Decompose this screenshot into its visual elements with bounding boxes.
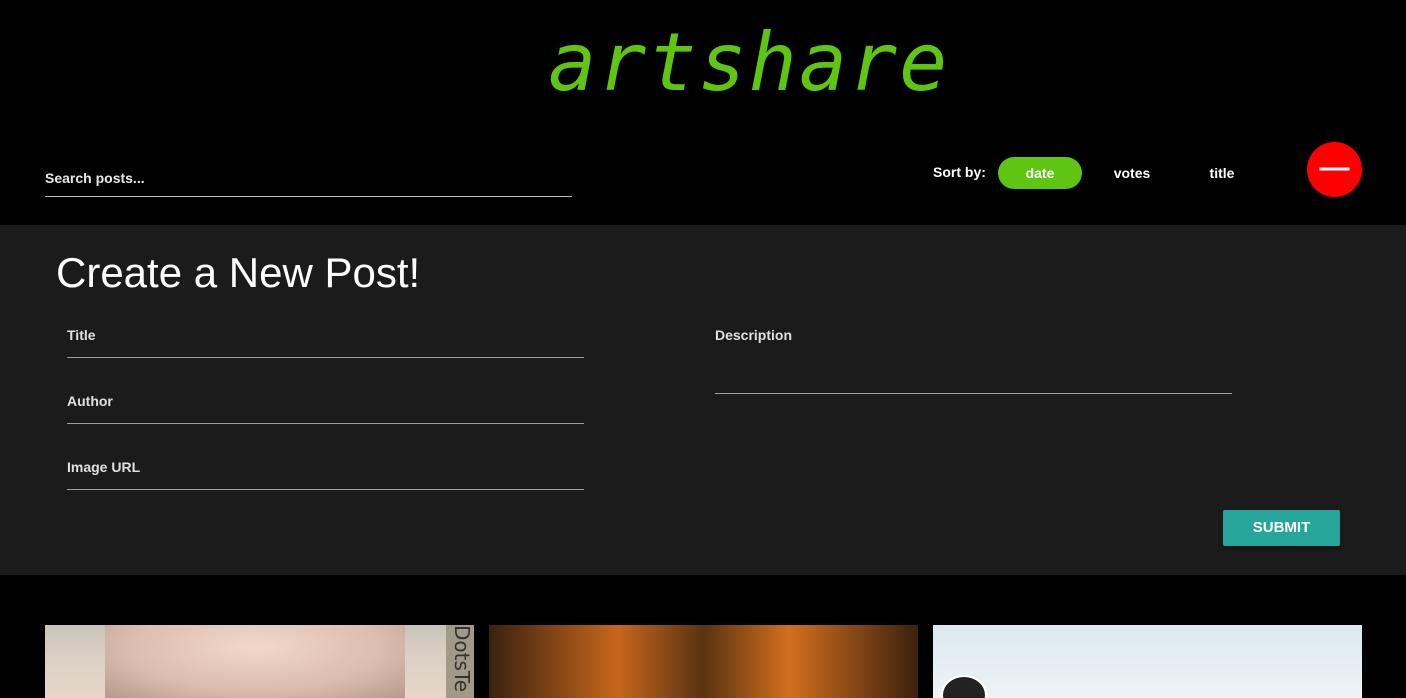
image-url-field[interactable]: Image URL (67, 459, 584, 490)
post-card-3[interactable] (933, 625, 1362, 698)
post-card-1[interactable]: DotsTe (45, 625, 474, 698)
title-label: Title (67, 327, 96, 343)
description-field[interactable]: Description (715, 327, 1232, 394)
author-field[interactable]: Author (67, 393, 584, 424)
header: artshare Sort by: date votes title — (0, 0, 1406, 225)
page-title: Create a New Post! (56, 249, 421, 296)
post-card-2[interactable] (489, 625, 918, 698)
new-post-panel: Create a New Post! Title Author Image UR… (0, 225, 1406, 575)
submit-button[interactable]: SUBMIT (1223, 510, 1340, 546)
description-label: Description (715, 327, 793, 343)
watermark: DotsTe (446, 625, 474, 698)
logo[interactable]: artshare (548, 18, 947, 108)
minus-icon: — (1319, 151, 1350, 184)
sort-label: Sort by: (933, 164, 986, 180)
search-input[interactable] (45, 160, 572, 196)
image-url-label: Image URL (67, 459, 141, 475)
sort-title-button[interactable]: title (1180, 157, 1264, 189)
search-field[interactable] (45, 160, 572, 197)
title-field[interactable]: Title (67, 327, 584, 358)
sort-date-button[interactable]: date (998, 157, 1082, 189)
author-label: Author (67, 393, 113, 409)
close-form-button[interactable]: — (1307, 142, 1362, 197)
sort-votes-button[interactable]: votes (1090, 157, 1174, 189)
post-image-3 (941, 675, 987, 698)
post-image-1 (105, 625, 405, 698)
